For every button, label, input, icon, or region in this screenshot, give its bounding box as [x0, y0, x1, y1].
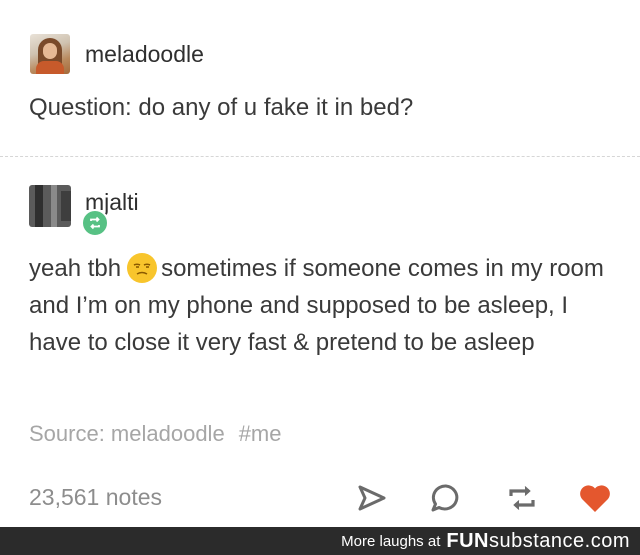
source-line: Source: meladoodle #me — [29, 421, 281, 447]
reply-text-start: yeah tbh — [29, 255, 122, 282]
original-post-header: meladoodle — [30, 34, 204, 74]
watermark-bar: More laughs at FUNsubstance.com — [0, 527, 640, 555]
heart-icon[interactable] — [578, 482, 610, 514]
unamused-face-icon — [127, 253, 158, 283]
reblog-icon[interactable] — [506, 482, 538, 514]
avatar[interactable] — [29, 185, 71, 227]
post-tag[interactable]: #me — [239, 421, 282, 446]
reply-header: mjalti — [29, 185, 139, 237]
watermark-text: More laughs at — [341, 532, 441, 550]
original-post-text: Question: do any of u fake it in bed? — [29, 94, 414, 121]
source-link[interactable]: Source: meladoodle — [29, 421, 225, 446]
divider — [0, 156, 640, 157]
watermark-brand: FUNsubstance.com — [446, 529, 630, 552]
post-card: meladoodle Question: do any of u fake it… — [0, 0, 640, 527]
reply-text: yeah tbh sometimes if someone comes in m… — [29, 250, 614, 361]
share-icon[interactable] — [356, 482, 388, 514]
notes-count[interactable]: 23,561 notes — [29, 484, 162, 511]
original-poster-username[interactable]: meladoodle — [85, 41, 204, 68]
avatar[interactable] — [30, 34, 70, 74]
reblog-badge-icon — [81, 209, 109, 237]
reply-icon[interactable] — [430, 482, 462, 514]
